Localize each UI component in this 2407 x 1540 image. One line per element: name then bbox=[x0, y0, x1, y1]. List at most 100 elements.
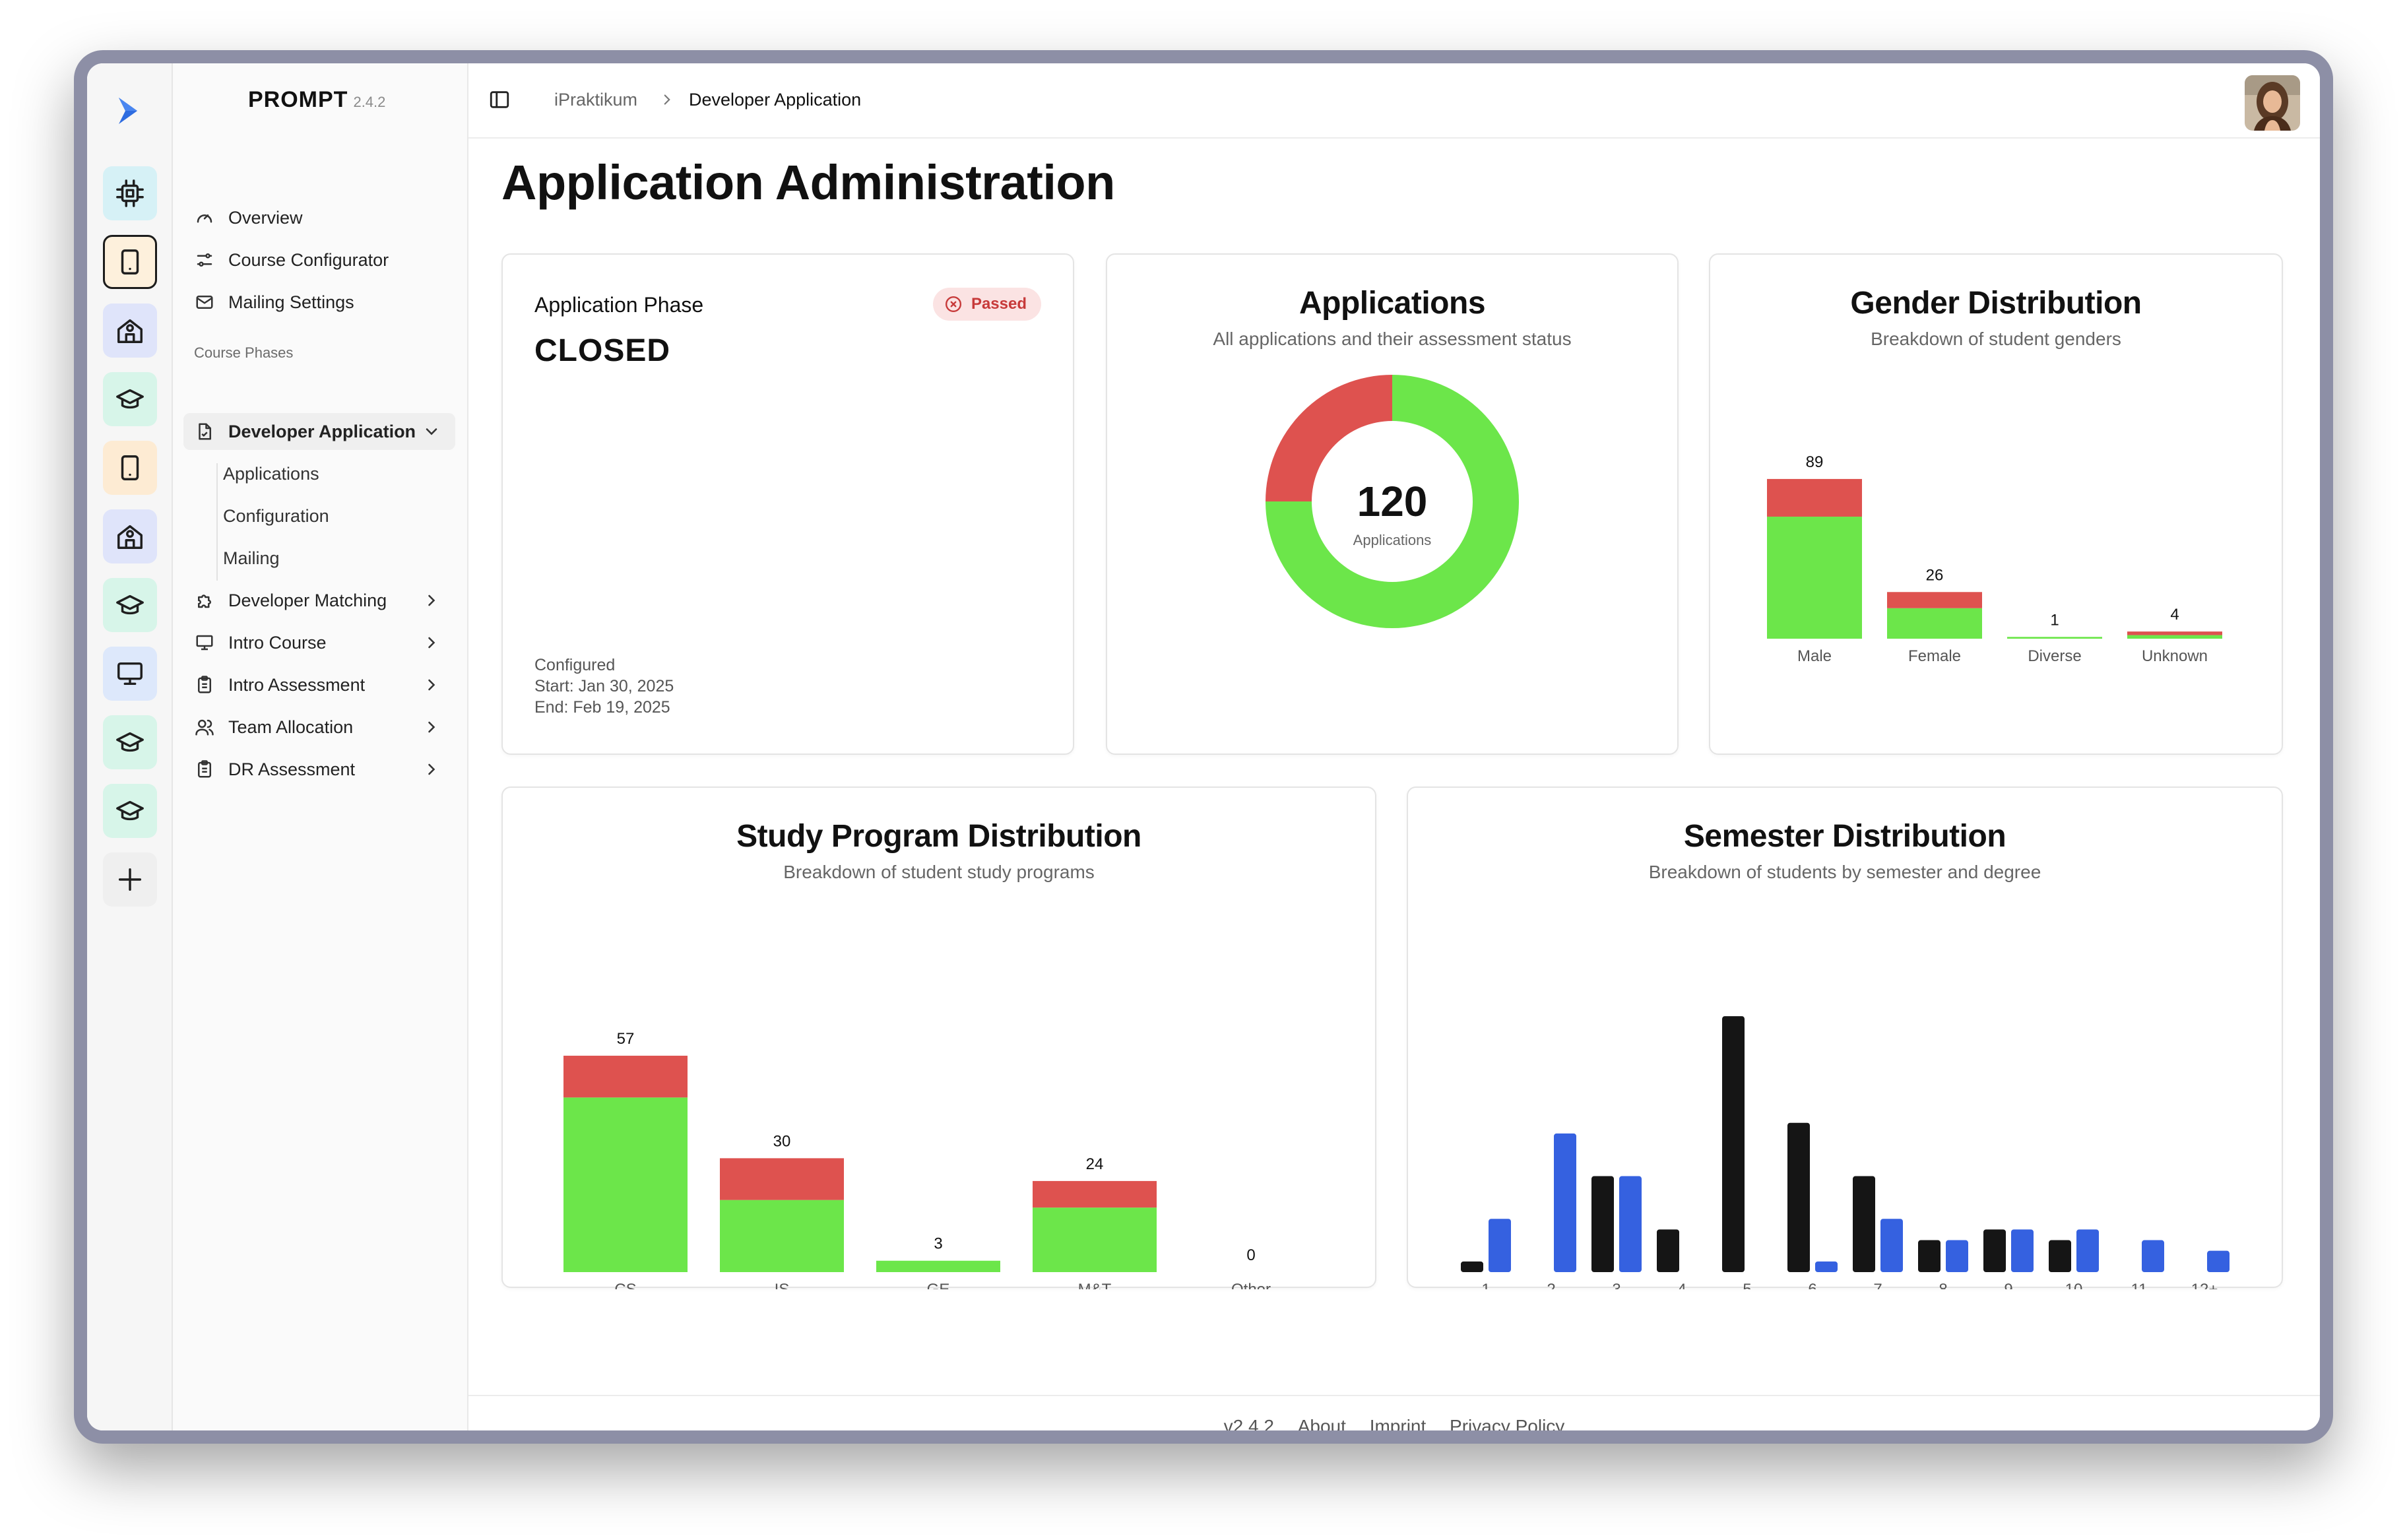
sidebar-subitem-applications[interactable]: Applications bbox=[223, 455, 319, 492]
sidebar-item-intro-course[interactable]: Intro Course bbox=[183, 624, 455, 661]
rail-item-graduation-cap[interactable] bbox=[103, 372, 157, 426]
x-tick-label: Male bbox=[1797, 647, 1832, 665]
bar-semester-9-blue[interactable] bbox=[2011, 1229, 2034, 1272]
school-icon bbox=[117, 525, 143, 549]
footer-version-link[interactable]: v2.4.2 bbox=[1224, 1416, 1274, 1430]
course-rail bbox=[87, 63, 173, 1430]
bar-semester-1-black[interactable] bbox=[1461, 1261, 1483, 1272]
bar-unknown-red[interactable] bbox=[2127, 631, 2222, 635]
bar-total-label: 0 bbox=[1246, 1246, 1255, 1264]
sidebar-item-intro-assessment[interactable]: Intro Assessment bbox=[183, 666, 455, 703]
rail-item-graduation-cap[interactable] bbox=[103, 715, 157, 769]
chevron-right-icon[interactable] bbox=[422, 591, 441, 610]
tablet-icon bbox=[121, 455, 139, 480]
sidebar-item-mailing-settings[interactable]: Mailing Settings bbox=[183, 284, 455, 321]
applications-card: Applications All applications and their … bbox=[1106, 253, 1679, 755]
sidebar-item-team-allocation[interactable]: Team Allocation bbox=[183, 709, 455, 746]
gender-bar-chart: 89 Male 26 Female 1 Diverse 4 Unknown bbox=[1767, 453, 2222, 665]
bar-semester-4-black[interactable] bbox=[1657, 1229, 1679, 1272]
bar-male-green[interactable] bbox=[1767, 517, 1862, 639]
sidebar-toggle-icon[interactable] bbox=[488, 88, 511, 111]
x-tick-label: Diverse bbox=[2028, 647, 2081, 665]
bar-semester-9-black[interactable] bbox=[1983, 1229, 2006, 1272]
rail-item-graduation-cap[interactable] bbox=[103, 784, 157, 838]
bar-semester-2-blue[interactable] bbox=[1554, 1133, 1576, 1272]
sidebar-item-label: Overview bbox=[228, 207, 303, 228]
bar-semester-3-black[interactable] bbox=[1591, 1176, 1614, 1272]
chevron-right-icon[interactable] bbox=[422, 718, 441, 736]
sidebar-item-developer-application[interactable]: Developer Application bbox=[183, 413, 455, 450]
course-phases-heading: Course Phases bbox=[194, 344, 294, 361]
sidebar-subitem-configuration[interactable]: Configuration bbox=[223, 497, 329, 534]
phase-value: CLOSED bbox=[534, 333, 671, 368]
bar-m-t-green[interactable] bbox=[1033, 1207, 1157, 1272]
chevron-down-icon[interactable] bbox=[422, 422, 441, 441]
x-tick-label: Female bbox=[1908, 647, 1961, 665]
bar-male-red[interactable] bbox=[1767, 478, 1862, 517]
sidebar-item-label: Intro Assessment bbox=[228, 674, 366, 695]
bar-semester-10-black[interactable] bbox=[2049, 1240, 2071, 1272]
rail-item-school[interactable] bbox=[103, 509, 157, 563]
rail-item-graduation-cap[interactable] bbox=[103, 578, 157, 632]
breadcrumb-parent[interactable]: iPraktikum bbox=[554, 90, 637, 110]
bar-m-t-red[interactable] bbox=[1033, 1180, 1157, 1208]
bar-semester-7-blue[interactable] bbox=[1880, 1219, 1903, 1272]
bar-semester-3-blue[interactable] bbox=[1619, 1176, 1642, 1272]
bar-semester-10-blue[interactable] bbox=[2076, 1229, 2099, 1272]
footer-about-link[interactable]: About bbox=[1298, 1416, 1346, 1430]
bar-is-red[interactable] bbox=[720, 1158, 844, 1200]
sidebar-item-developer-matching[interactable]: Developer Matching bbox=[183, 582, 455, 619]
chevron-right-icon[interactable] bbox=[422, 760, 441, 779]
sidebar-item-course-configurator[interactable]: Course Configurator bbox=[183, 241, 455, 278]
bar-cs-green[interactable] bbox=[563, 1097, 688, 1272]
sidebar-item-overview[interactable]: Overview bbox=[183, 199, 455, 236]
bar-semester-6-blue[interactable] bbox=[1815, 1261, 1838, 1272]
bar-semester-8-blue[interactable] bbox=[1946, 1240, 1968, 1272]
x-tick-label: Unknown bbox=[2142, 647, 2208, 665]
bar-diverse-green[interactable] bbox=[2007, 637, 2102, 639]
graduation-cap-icon bbox=[116, 594, 144, 615]
bar-is-green[interactable] bbox=[720, 1200, 844, 1272]
bar-total-label: 30 bbox=[773, 1132, 791, 1150]
rail-item-cpu[interactable] bbox=[103, 166, 157, 220]
bar-cs-red[interactable] bbox=[563, 1056, 688, 1098]
users-icon bbox=[194, 717, 215, 738]
footer-imprint-link[interactable]: Imprint bbox=[1370, 1416, 1427, 1430]
bar-semester-12plus-blue[interactable] bbox=[2207, 1250, 2230, 1272]
bar-total-label: 57 bbox=[617, 1030, 635, 1048]
prompt-logo-icon[interactable] bbox=[111, 92, 148, 129]
card-subtitle: Breakdown of student study programs bbox=[783, 862, 1095, 882]
rail-item-tablet[interactable] bbox=[103, 441, 157, 495]
bar-unknown-green[interactable] bbox=[2127, 635, 2222, 639]
bar-female-red[interactable] bbox=[1887, 592, 1982, 608]
brand-version: 2.4.2 bbox=[353, 94, 386, 110]
rail-item-monitor[interactable] bbox=[103, 647, 157, 701]
x-tick-label: 10 bbox=[2065, 1281, 2083, 1289]
bar-semester-8-black[interactable] bbox=[1918, 1240, 1941, 1272]
bar-semester-11-blue[interactable] bbox=[2142, 1240, 2164, 1272]
footer-privacy-link[interactable]: Privacy Policy bbox=[1450, 1416, 1564, 1430]
rail-item-tablet[interactable] bbox=[103, 235, 157, 289]
bar-female-green[interactable] bbox=[1887, 608, 1982, 639]
bar-semester-1-blue[interactable] bbox=[1489, 1219, 1511, 1272]
x-tick-label: 7 bbox=[1873, 1281, 1882, 1289]
bar-total-label: 1 bbox=[2050, 611, 2059, 629]
sidebar-item-label: Intro Course bbox=[228, 632, 327, 653]
chevron-right-icon[interactable] bbox=[422, 676, 441, 694]
bar-semester-6-black[interactable] bbox=[1787, 1122, 1810, 1272]
sidebar-item-label: Team Allocation bbox=[228, 717, 354, 737]
mail-icon bbox=[194, 292, 215, 313]
x-tick-label: 6 bbox=[1808, 1281, 1816, 1289]
chevron-right-icon[interactable] bbox=[422, 633, 441, 652]
avatar[interactable] bbox=[2245, 75, 2300, 131]
rail-item-school[interactable] bbox=[103, 304, 157, 358]
rail-item-plus[interactable] bbox=[103, 852, 157, 907]
x-circle-icon bbox=[945, 296, 961, 313]
bar-semester-7-black[interactable] bbox=[1853, 1176, 1875, 1272]
sidebar-item-dr-assessment[interactable]: DR Assessment bbox=[183, 751, 455, 788]
semester-card: Semester Distribution Breakdown of stude… bbox=[1407, 786, 2283, 1289]
bar-ge-green[interactable] bbox=[876, 1260, 1000, 1272]
applications-donut-chart: 120 Applications bbox=[1266, 375, 1519, 628]
bar-semester-5-black[interactable] bbox=[1722, 1016, 1745, 1272]
sidebar-subitem-mailing[interactable]: Mailing bbox=[223, 540, 280, 577]
